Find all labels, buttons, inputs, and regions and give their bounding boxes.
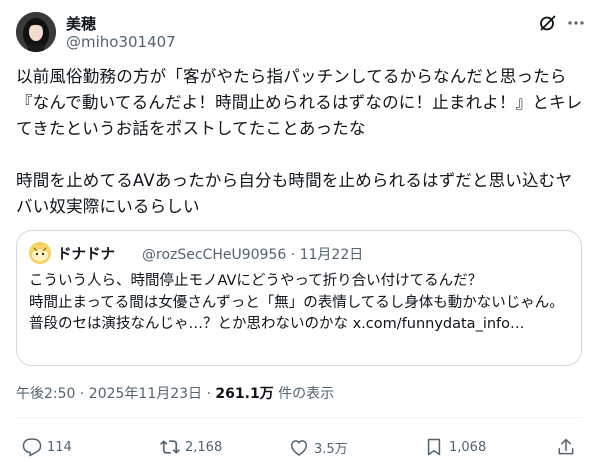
repost-icon (160, 440, 180, 454)
post-text: 以前風俗勤務の方が「客がやたら指パッチンしてるからなんだと思ったら『なんで動いて… (16, 67, 583, 216)
like-icon (290, 440, 308, 456)
reply-button[interactable]: 114 (22, 436, 72, 458)
quote-display-name: ドナドナ (57, 247, 115, 263)
more-icon[interactable] (566, 13, 586, 33)
views-label: 件の表示 (273, 386, 335, 402)
share-button[interactable] (556, 436, 576, 458)
grok-icon[interactable] (538, 13, 558, 33)
quoted-post[interactable]: ドナドナ @rozSecCHeU90956 · 11月22日 こういう人ら、時間… (16, 230, 582, 366)
like-button[interactable]: 3.5万 (289, 436, 348, 458)
divider (16, 417, 582, 418)
avatar[interactable] (16, 12, 56, 52)
repost-count: 2,168 (185, 439, 223, 455)
views-count: 261.1万 (215, 386, 274, 402)
bookmark-icon (427, 438, 441, 456)
timestamp-text: 午後2:50 · 2025年11月23日 · (16, 386, 216, 402)
bookmark-count: 1,068 (449, 439, 487, 455)
reply-icon (22, 438, 42, 457)
share-icon (558, 438, 574, 455)
quote-handle-date: @rozSecCHeU90956 · 11月22日 (142, 247, 364, 263)
post-timestamp[interactable]: 午後2:50 · 2025年11月23日 · 261.1万 件の表示 (16, 383, 334, 403)
author-handle[interactable]: @miho301407 (66, 33, 176, 51)
author-display-name[interactable]: 美穂 (66, 13, 96, 34)
quote-text: こういう人ら、時間停止モノAVにどうやって折り合い付けてるんだ？ 時間止まってる… (29, 273, 564, 332)
quote-avatar (29, 242, 51, 264)
repost-button[interactable]: 2,168 (160, 436, 222, 458)
like-count: 3.5万 (314, 441, 348, 457)
reply-count: 114 (47, 439, 72, 455)
bookmark-button[interactable]: 1,068 (424, 436, 486, 458)
